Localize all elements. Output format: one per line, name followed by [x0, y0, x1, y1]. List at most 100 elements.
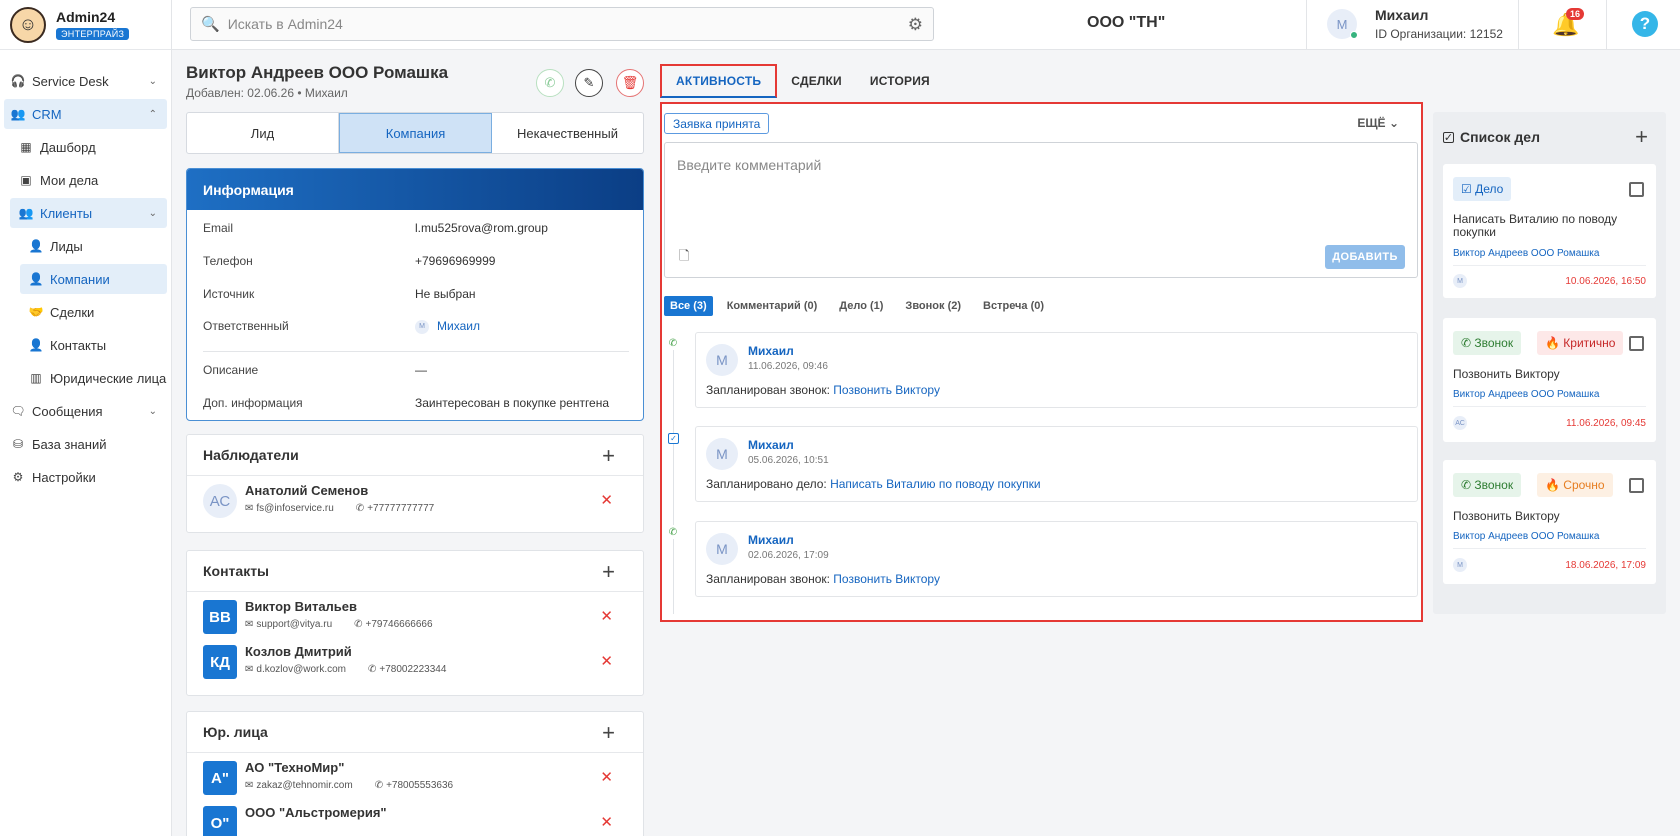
- list-item: АС Анатолий Семенов ✉ fs@infoservice.ru ✆ +…: [187, 476, 643, 521]
- tab-activity[interactable]: АКТИВНОСТЬ: [660, 64, 778, 98]
- todo-card[interactable]: ✆ Звонок 🔥 Критично Позвонить Виктору Ви…: [1443, 318, 1656, 442]
- info-value[interactable]: +79696969999: [415, 254, 495, 268]
- person-phone[interactable]: +79746666666: [366, 619, 433, 630]
- filter-tasks[interactable]: Дело (1): [839, 296, 883, 316]
- entry-author[interactable]: Михаил: [748, 344, 794, 358]
- filter-comments[interactable]: Комментарий (0): [727, 296, 818, 316]
- search-icon: 🔍: [201, 16, 220, 33]
- chip-label: Звонок: [1474, 478, 1514, 492]
- segment-company[interactable]: Компания: [339, 113, 492, 153]
- add-contact-plus-icon[interactable]: +: [602, 559, 615, 585]
- sidebar-item-label: Сделки: [50, 304, 95, 320]
- sidebar-item-companies[interactable]: 👤 Компании: [20, 264, 167, 294]
- info-label: Доп. информация: [203, 396, 303, 410]
- search-settings-gear-icon[interactable]: ⚙: [908, 15, 923, 35]
- attach-file-icon[interactable]: 🗋: [679, 247, 689, 269]
- person-name[interactable]: Козлов Дмитрий: [245, 644, 352, 659]
- status-badge[interactable]: Заявка принята: [664, 113, 770, 134]
- add-legal-entity-plus-icon[interactable]: +: [602, 720, 615, 746]
- sidebar-item-knowledge-base[interactable]: ⛁ База знаний: [4, 429, 167, 459]
- sidebar-item-contacts[interactable]: 👤 Контакты: [20, 330, 167, 360]
- chip-label: Срочно: [1563, 478, 1605, 492]
- person-email[interactable]: d.kozlov@work.com: [256, 664, 346, 675]
- add-comment-button[interactable]: ДОБАВИТЬ: [1325, 245, 1405, 269]
- avatar: АС: [1453, 416, 1467, 430]
- delete-button[interactable]: 🗑: [616, 69, 644, 97]
- timeline-entry: М Михаил 05.06.2026, 10:51 Запланировано…: [695, 426, 1418, 502]
- sidebar-item-clients[interactable]: 👥 Клиенты ⌄: [10, 198, 167, 228]
- person-name[interactable]: Анатолий Семенов: [245, 483, 368, 498]
- remove-close-icon[interactable]: ✕: [600, 652, 613, 670]
- sidebar-item-label: Service Desk: [32, 73, 109, 89]
- responsible-user-name: Михаил: [437, 319, 480, 333]
- add-todo-plus-icon[interactable]: +: [1635, 124, 1648, 150]
- todo-card-link[interactable]: Виктор Андреев ООО Ромашка: [1453, 531, 1599, 542]
- sidebar-item-leads[interactable]: 👤 Лиды: [20, 231, 167, 261]
- search-input[interactable]: [227, 16, 888, 32]
- avatar: ВВ: [203, 600, 237, 634]
- entry-date: 02.06.2026, 17:09: [748, 550, 829, 561]
- type-chip-call: ✆ Звонок: [1453, 473, 1522, 497]
- filter-meetings[interactable]: Встреча (0): [983, 296, 1044, 316]
- complete-checkbox[interactable]: [1629, 182, 1644, 197]
- sidebar-item-service-desk[interactable]: 🎧 Service Desk ⌄: [4, 66, 167, 96]
- sidebar-item-messages[interactable]: 🗨 Сообщения ⌄: [4, 396, 167, 426]
- contacts-panel: Контакты + ВВ Виктор Витальев ✉ support@vi…: [186, 550, 644, 696]
- list-item: КД Козлов Дмитрий ✉ d.kozlov@work.com ✆ +78…: [187, 637, 643, 682]
- sidebar-item-deals[interactable]: 🤝 Сделки: [20, 297, 167, 327]
- person-name[interactable]: Виктор Витальев: [245, 599, 357, 614]
- person-email[interactable]: fs@infoservice.ru: [256, 503, 333, 514]
- entry-link[interactable]: Написать Виталию по поводу покупки: [830, 477, 1041, 491]
- comment-input[interactable]: [677, 157, 1377, 217]
- remove-close-icon[interactable]: ✕: [600, 607, 613, 625]
- user-profile[interactable]: М Михаил ID Организации: 12152: [1327, 7, 1503, 41]
- person-phone[interactable]: +77777777777: [367, 503, 434, 514]
- legal-entity-name[interactable]: ООО "Альстромерия": [245, 805, 387, 820]
- info-value[interactable]: l.mu525rova@rom.group: [415, 221, 548, 235]
- todo-card[interactable]: ✆ Звонок 🔥 Срочно Позвонить Виктору Викт…: [1443, 460, 1656, 584]
- complete-checkbox[interactable]: [1629, 336, 1644, 351]
- entry-text: Запланирован звонок: Позвонить Виктору: [706, 383, 940, 397]
- priority-chip-urgent: 🔥 Срочно: [1537, 473, 1613, 497]
- filter-all[interactable]: Все (3): [664, 296, 713, 316]
- sidebar-item-label: Контакты: [50, 337, 107, 353]
- sidebar-item-dashboard[interactable]: ▦ Дашборд: [10, 132, 167, 162]
- legal-entity-phone[interactable]: +78005553636: [386, 780, 453, 791]
- chevron-down-icon: ⌄: [148, 75, 157, 87]
- sidebar-item-settings[interactable]: ⚙ Настройки: [4, 462, 167, 492]
- more-dropdown[interactable]: ЕЩЁ ⌄: [1357, 116, 1399, 130]
- add-watcher-plus-icon[interactable]: +: [602, 443, 615, 469]
- remove-close-icon[interactable]: ✕: [600, 768, 613, 786]
- online-status-dot: [1350, 31, 1358, 39]
- legal-entity-email[interactable]: zakaz@tehnomir.com: [256, 780, 352, 791]
- sidebar-item-crm[interactable]: 👥 CRM ⌃: [4, 99, 167, 129]
- brand[interactable]: ☺ Admin24 ЭНТЕРПРАЙЗ: [0, 0, 171, 50]
- remove-close-icon[interactable]: ✕: [600, 491, 613, 509]
- calendar-check-icon: ▣: [20, 173, 32, 187]
- segment-unqualified[interactable]: Некачественный: [492, 113, 643, 153]
- status-segmented-control: Лид Компания Некачественный: [186, 112, 644, 154]
- responsible-user-link[interactable]: М Михаил: [415, 319, 480, 334]
- complete-checkbox[interactable]: [1629, 478, 1644, 493]
- person-email[interactable]: support@vitya.ru: [256, 619, 332, 630]
- call-button[interactable]: ✆: [536, 69, 564, 97]
- todo-card-link[interactable]: Виктор Андреев ООО Ромашка: [1453, 389, 1599, 400]
- person-phone[interactable]: +78002223344: [379, 664, 446, 675]
- tab-deals[interactable]: СДЕЛКИ: [777, 64, 856, 98]
- entry-author[interactable]: Михаил: [748, 438, 794, 452]
- help-icon[interactable]: ?: [1632, 11, 1658, 37]
- tab-history[interactable]: ИСТОРИЯ: [856, 64, 944, 98]
- filter-calls[interactable]: Звонок (2): [905, 296, 961, 316]
- people-icon: 👥: [10, 107, 26, 121]
- sidebar-item-my-tasks[interactable]: ▣ Мои дела: [10, 165, 167, 195]
- legal-entity-name[interactable]: АО "ТехноМир": [245, 760, 344, 775]
- edit-button[interactable]: ✎: [575, 69, 603, 97]
- entry-link[interactable]: Позвонить Виктору: [833, 383, 940, 397]
- todo-card-link[interactable]: Виктор Андреев ООО Ромашка: [1453, 248, 1599, 259]
- entry-author[interactable]: Михаил: [748, 533, 794, 547]
- segment-lead[interactable]: Лид: [187, 113, 339, 153]
- sidebar-item-legal-entities[interactable]: ▥ Юридические лица: [20, 363, 167, 393]
- entry-link[interactable]: Позвонить Виктору: [833, 572, 940, 586]
- remove-close-icon[interactable]: ✕: [600, 813, 613, 831]
- todo-card[interactable]: ☑ Дело Написать Виталию по поводу покупк…: [1443, 164, 1656, 298]
